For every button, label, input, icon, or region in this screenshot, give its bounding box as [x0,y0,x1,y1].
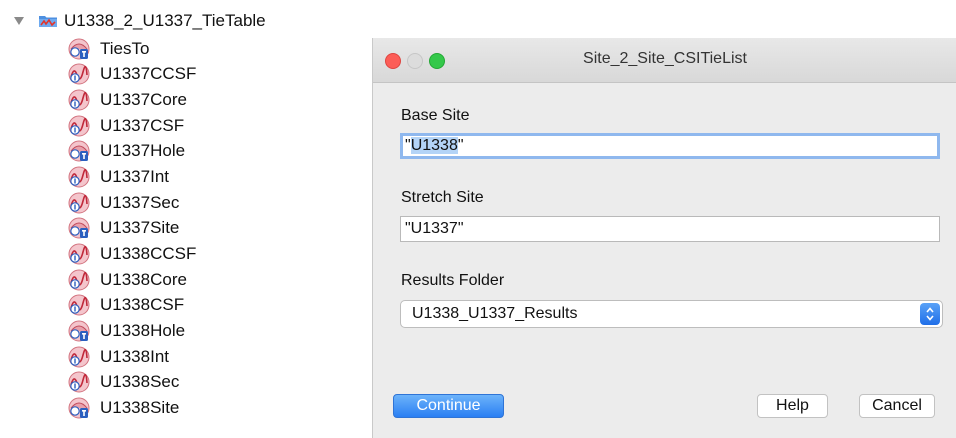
site-icon [68,38,90,60]
site-icon [68,140,90,162]
tree-item[interactable]: U1338Site [68,395,196,421]
tree-root-label: U1338_2_U1337_TieTable [64,11,266,30]
tree-item[interactable]: U1337CSF [68,113,196,139]
wave-icon [68,294,90,316]
help-button[interactable]: Help [757,394,828,418]
tree-item[interactable]: U1338Hole [68,318,196,344]
table-folder-icon [38,14,58,28]
tree-item[interactable]: U1337Hole [68,139,196,165]
popup-arrows-icon[interactable] [920,303,940,325]
tree-item-list: TiesTo U1337CCSF U1337Core U1337CSF U1337Hol… [68,36,196,421]
base-site-quote-close: " [457,137,464,154]
stretch-site-label: Stretch Site [401,189,484,206]
site-icon [68,320,90,342]
window-title: Site_2_Site_CSITieList [583,50,747,67]
tree-item-label: U1337CSF [100,115,185,135]
wave-icon [68,192,90,214]
base-site-quote-open: " [405,137,411,154]
continue-button[interactable]: Continue [393,394,504,418]
tree-item[interactable]: U1338Sec [68,369,196,395]
results-folder-value: U1338_U1337_Results [412,305,578,322]
tree-item-label: U1338Int [100,346,169,366]
base-site-selected-text: U1338 [410,137,458,154]
tree-item[interactable]: U1338CCSF [68,241,196,267]
site-icon [68,397,90,419]
wave-icon [68,89,90,111]
site-tie-dialog: Site_2_Site_CSITieList Base Site "U1338"… [372,38,956,438]
tree-item[interactable]: U1337Sec [68,190,196,216]
wave-icon [68,166,90,188]
tree-item-label: U1337Sec [100,192,180,212]
tree-item[interactable]: U1337Int [68,164,196,190]
title-bar[interactable]: Site_2_Site_CSITieList [373,38,956,83]
tree-item[interactable]: U1338CSF [68,292,196,318]
tree-item[interactable]: U1338Core [68,267,196,293]
cancel-button[interactable]: Cancel [859,394,935,418]
data-browser-tree: U1338_2_U1337_TieTable TiesTo U1337CCSF U1… [0,0,372,438]
tree-item[interactable]: U1337Site [68,215,196,241]
tree-item-label: U1337Int [100,167,169,187]
tree-root-row[interactable]: U1338_2_U1337_TieTable [12,9,266,33]
site-icon [68,217,90,239]
tree-item-label: U1338CCSF [100,243,197,263]
tree-item[interactable]: U1337Core [68,87,196,113]
wave-icon [68,115,90,137]
tree-item-label: U1337Hole [100,141,186,161]
tree-item-label: U1338Core [100,269,187,289]
tree-item-label: U1337Core [100,90,187,110]
tree-item-label: U1338Site [100,397,180,417]
wave-icon [68,346,90,368]
tree-item-label: TiesTo [100,38,150,58]
wave-icon [68,63,90,85]
results-folder-popup[interactable]: U1338_U1337_Results [400,300,943,328]
results-folder-label: Results Folder [401,272,505,289]
tree-item[interactable]: U1338Int [68,344,196,370]
stretch-site-field[interactable]: "U1337" [400,216,940,242]
tree-item-label: U1338Hole [100,320,186,340]
tree-item-label: U1337Site [100,218,180,238]
wave-icon [68,371,90,393]
tree-item-label: U1337CCSF [100,64,197,84]
tree-item[interactable]: U1337CCSF [68,62,196,88]
tree-item-label: U1338Sec [100,372,180,392]
wave-icon [68,269,90,291]
wave-icon [68,243,90,265]
base-site-field[interactable]: "U1338" [400,133,940,159]
disclosure-triangle-icon[interactable] [12,14,26,28]
tree-item[interactable]: TiesTo [68,36,196,62]
tree-item-label: U1338CSF [100,295,185,315]
base-site-label: Base Site [401,107,470,124]
